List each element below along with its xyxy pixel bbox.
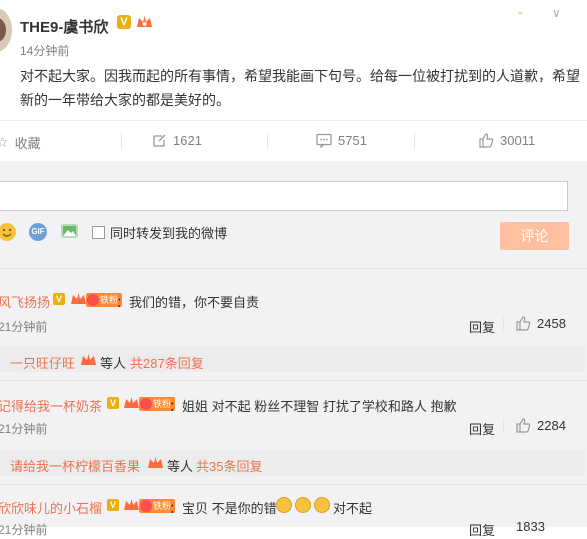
divider	[414, 133, 415, 149]
comment-like-count: 2458	[537, 316, 566, 331]
divider	[0, 268, 587, 269]
image-icon[interactable]	[61, 224, 78, 238]
comment-like-button[interactable]: 2284	[516, 418, 566, 433]
comment-time: 21分钟前	[0, 523, 48, 537]
sub-reply-user[interactable]: 一只旺仔旺	[10, 353, 75, 372]
thumbs-up-icon	[516, 316, 531, 331]
comment-icon	[316, 133, 332, 148]
divider	[0, 380, 587, 381]
comment-count: 5751	[338, 133, 367, 148]
comment-user-name[interactable]: 风飞扬扬	[0, 292, 50, 311]
thumbs-up-icon	[516, 418, 531, 433]
sub-reply-mid: 等人	[100, 356, 127, 371]
reply-button[interactable]: 回复	[469, 317, 495, 336]
sub-reply-user[interactable]: 请给我一杯柠檬百香果	[10, 456, 140, 475]
fan-crown-icon	[148, 457, 163, 468]
verified-badge-icon: V	[117, 15, 131, 29]
verified-badge-icon: V	[107, 499, 119, 511]
star-icon: ☆	[0, 134, 9, 150]
divider	[503, 419, 504, 433]
comment-text: ：我们的错，你不要自责	[116, 295, 260, 310]
repost-checkbox-label[interactable]: 同时转发到我的微博	[110, 223, 227, 242]
like-count: 30011	[500, 133, 536, 148]
divider	[0, 484, 587, 485]
reply-button[interactable]: 回复	[469, 419, 495, 438]
comment-text: ：宝贝 不是你的错	[169, 501, 277, 516]
emoji-icon[interactable]	[0, 223, 16, 241]
post-content: 对不起大家。因我而起的所有事情，希望我能画下句号。给每一位被打扰到的人道歉，希望…	[20, 68, 580, 108]
comment-button[interactable]: 5751	[316, 133, 367, 148]
favorite-button[interactable]: ☆ 收藏	[0, 133, 41, 152]
like-button[interactable]: 30011	[479, 133, 535, 148]
repost-button[interactable]: 1621	[152, 133, 202, 148]
comment-text: 对不起	[333, 501, 373, 516]
chevron-down-icon[interactable]: ∨	[552, 6, 561, 20]
sub-reply-count[interactable]: 共35条回复	[196, 456, 262, 475]
comment-user-name[interactable]: 记得给我一杯奶茶	[0, 396, 102, 415]
comment-time: 21分钟前	[0, 422, 48, 436]
repost-count: 1621	[173, 133, 202, 148]
comment-user-name[interactable]: 欣欣味儿的小石榴	[0, 498, 102, 517]
post-action-bar: ☆ 收藏 1621 5751 30011	[0, 120, 587, 162]
repost-icon	[153, 134, 166, 147]
comment-text: ：姐姐 对不起 粉丝不理智 打扰了学校和路人 抱歉	[169, 399, 457, 414]
author-avatar[interactable]	[0, 8, 12, 52]
post-time[interactable]: 14分钟前	[20, 42, 69, 59]
crying-emoji-icon	[295, 497, 311, 513]
fan-crown-icon	[124, 397, 139, 408]
crying-emoji-icon	[276, 497, 292, 513]
reply-button[interactable]: 回复	[469, 520, 495, 539]
post-author-name[interactable]: THE9-虞书欣	[20, 16, 108, 37]
repost-checkbox[interactable]	[92, 226, 105, 239]
verified-badge-icon: V	[53, 293, 65, 305]
fan-crown-icon	[81, 354, 96, 365]
verified-badge-icon: V	[107, 397, 119, 409]
thumbs-up-icon	[479, 133, 494, 148]
sub-reply-count[interactable]: 共287条回复	[130, 353, 204, 372]
fan-crown-icon	[137, 16, 152, 27]
favorite-label: 收藏	[14, 136, 41, 151]
divider	[121, 133, 122, 149]
divider	[267, 133, 268, 149]
comment-input[interactable]	[0, 181, 568, 211]
comment-like-button[interactable]: 2458	[516, 316, 566, 331]
fan-crown-icon	[71, 293, 86, 304]
fan-crown-icon	[124, 499, 139, 510]
divider	[503, 317, 504, 331]
crying-emoji-icon	[314, 497, 330, 513]
medal-icon: ᵕ	[518, 6, 523, 20]
comment-like-count: 2284	[537, 418, 566, 433]
sub-reply-mid: 等人	[167, 459, 194, 474]
comment-time: 21分钟前	[0, 320, 48, 334]
gif-icon[interactable]: GIF	[29, 223, 47, 241]
submit-comment-button[interactable]: 评论	[500, 222, 569, 250]
